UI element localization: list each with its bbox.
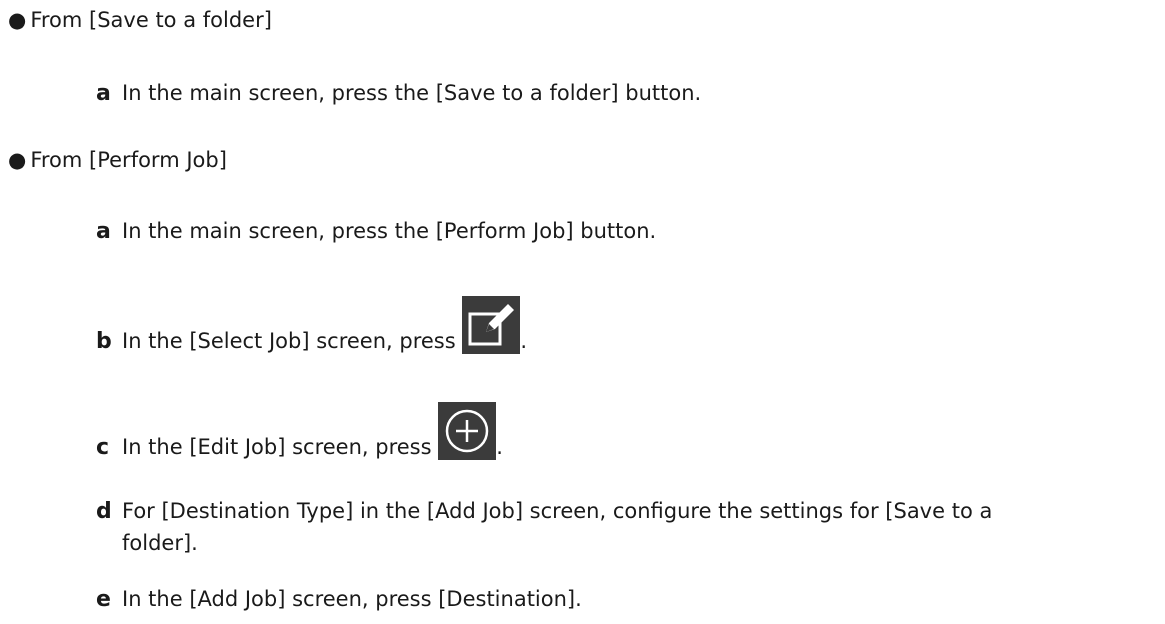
step-letter: e — [96, 587, 111, 612]
step-letter: c — [96, 435, 110, 460]
step-letter: d — [96, 499, 112, 524]
edit-icon — [462, 296, 521, 354]
section-heading-save-to-folder: ● From [Save to a folder] — [8, 6, 272, 34]
bullet-icon: ● — [8, 148, 27, 172]
step-continuation: folder]. — [122, 528, 198, 558]
step-text-line2: folder]. — [122, 531, 198, 555]
step-item: d For [Destination Type] in the [Add Job]… — [96, 496, 992, 527]
document-page: ● From [Save to a folder] a In the main sc… — [0, 0, 1165, 624]
section-title: From [Perform Job] — [30, 148, 227, 172]
step-item: c In the [Edit Job] screen, press . — [96, 402, 503, 476]
step-item: a In the main screen, press the [Perform … — [96, 216, 656, 247]
step-item: e In the [Add Job] screen, press [Destina… — [96, 584, 582, 615]
add-circle-icon — [438, 402, 497, 460]
step-item: b In the [Select Job] screen, press . — [96, 296, 527, 370]
step-text: In the main screen, press the [Save to a… — [122, 81, 702, 105]
step-text-line1: For [Destination Type] in the [Add Job] … — [122, 499, 993, 523]
step-letter: b — [96, 329, 112, 354]
step-text: In the [Edit Job] screen, press — [122, 435, 432, 459]
step-letter: a — [96, 219, 111, 244]
step-text: In the [Select Job] screen, press — [122, 329, 456, 353]
step-item: a In the main screen, press the [Save to … — [96, 78, 701, 109]
step-text: In the [Add Job] screen, press [Destinat… — [122, 587, 582, 611]
bullet-icon: ● — [8, 8, 27, 32]
section-heading-perform-job: ● From [Perform Job] — [8, 146, 227, 174]
step-text: In the main screen, press the [Perform J… — [122, 219, 657, 243]
section-title: From [Save to a folder] — [30, 8, 272, 32]
step-suffix: . — [520, 329, 528, 353]
step-suffix: . — [496, 435, 503, 459]
step-letter: a — [96, 81, 111, 106]
